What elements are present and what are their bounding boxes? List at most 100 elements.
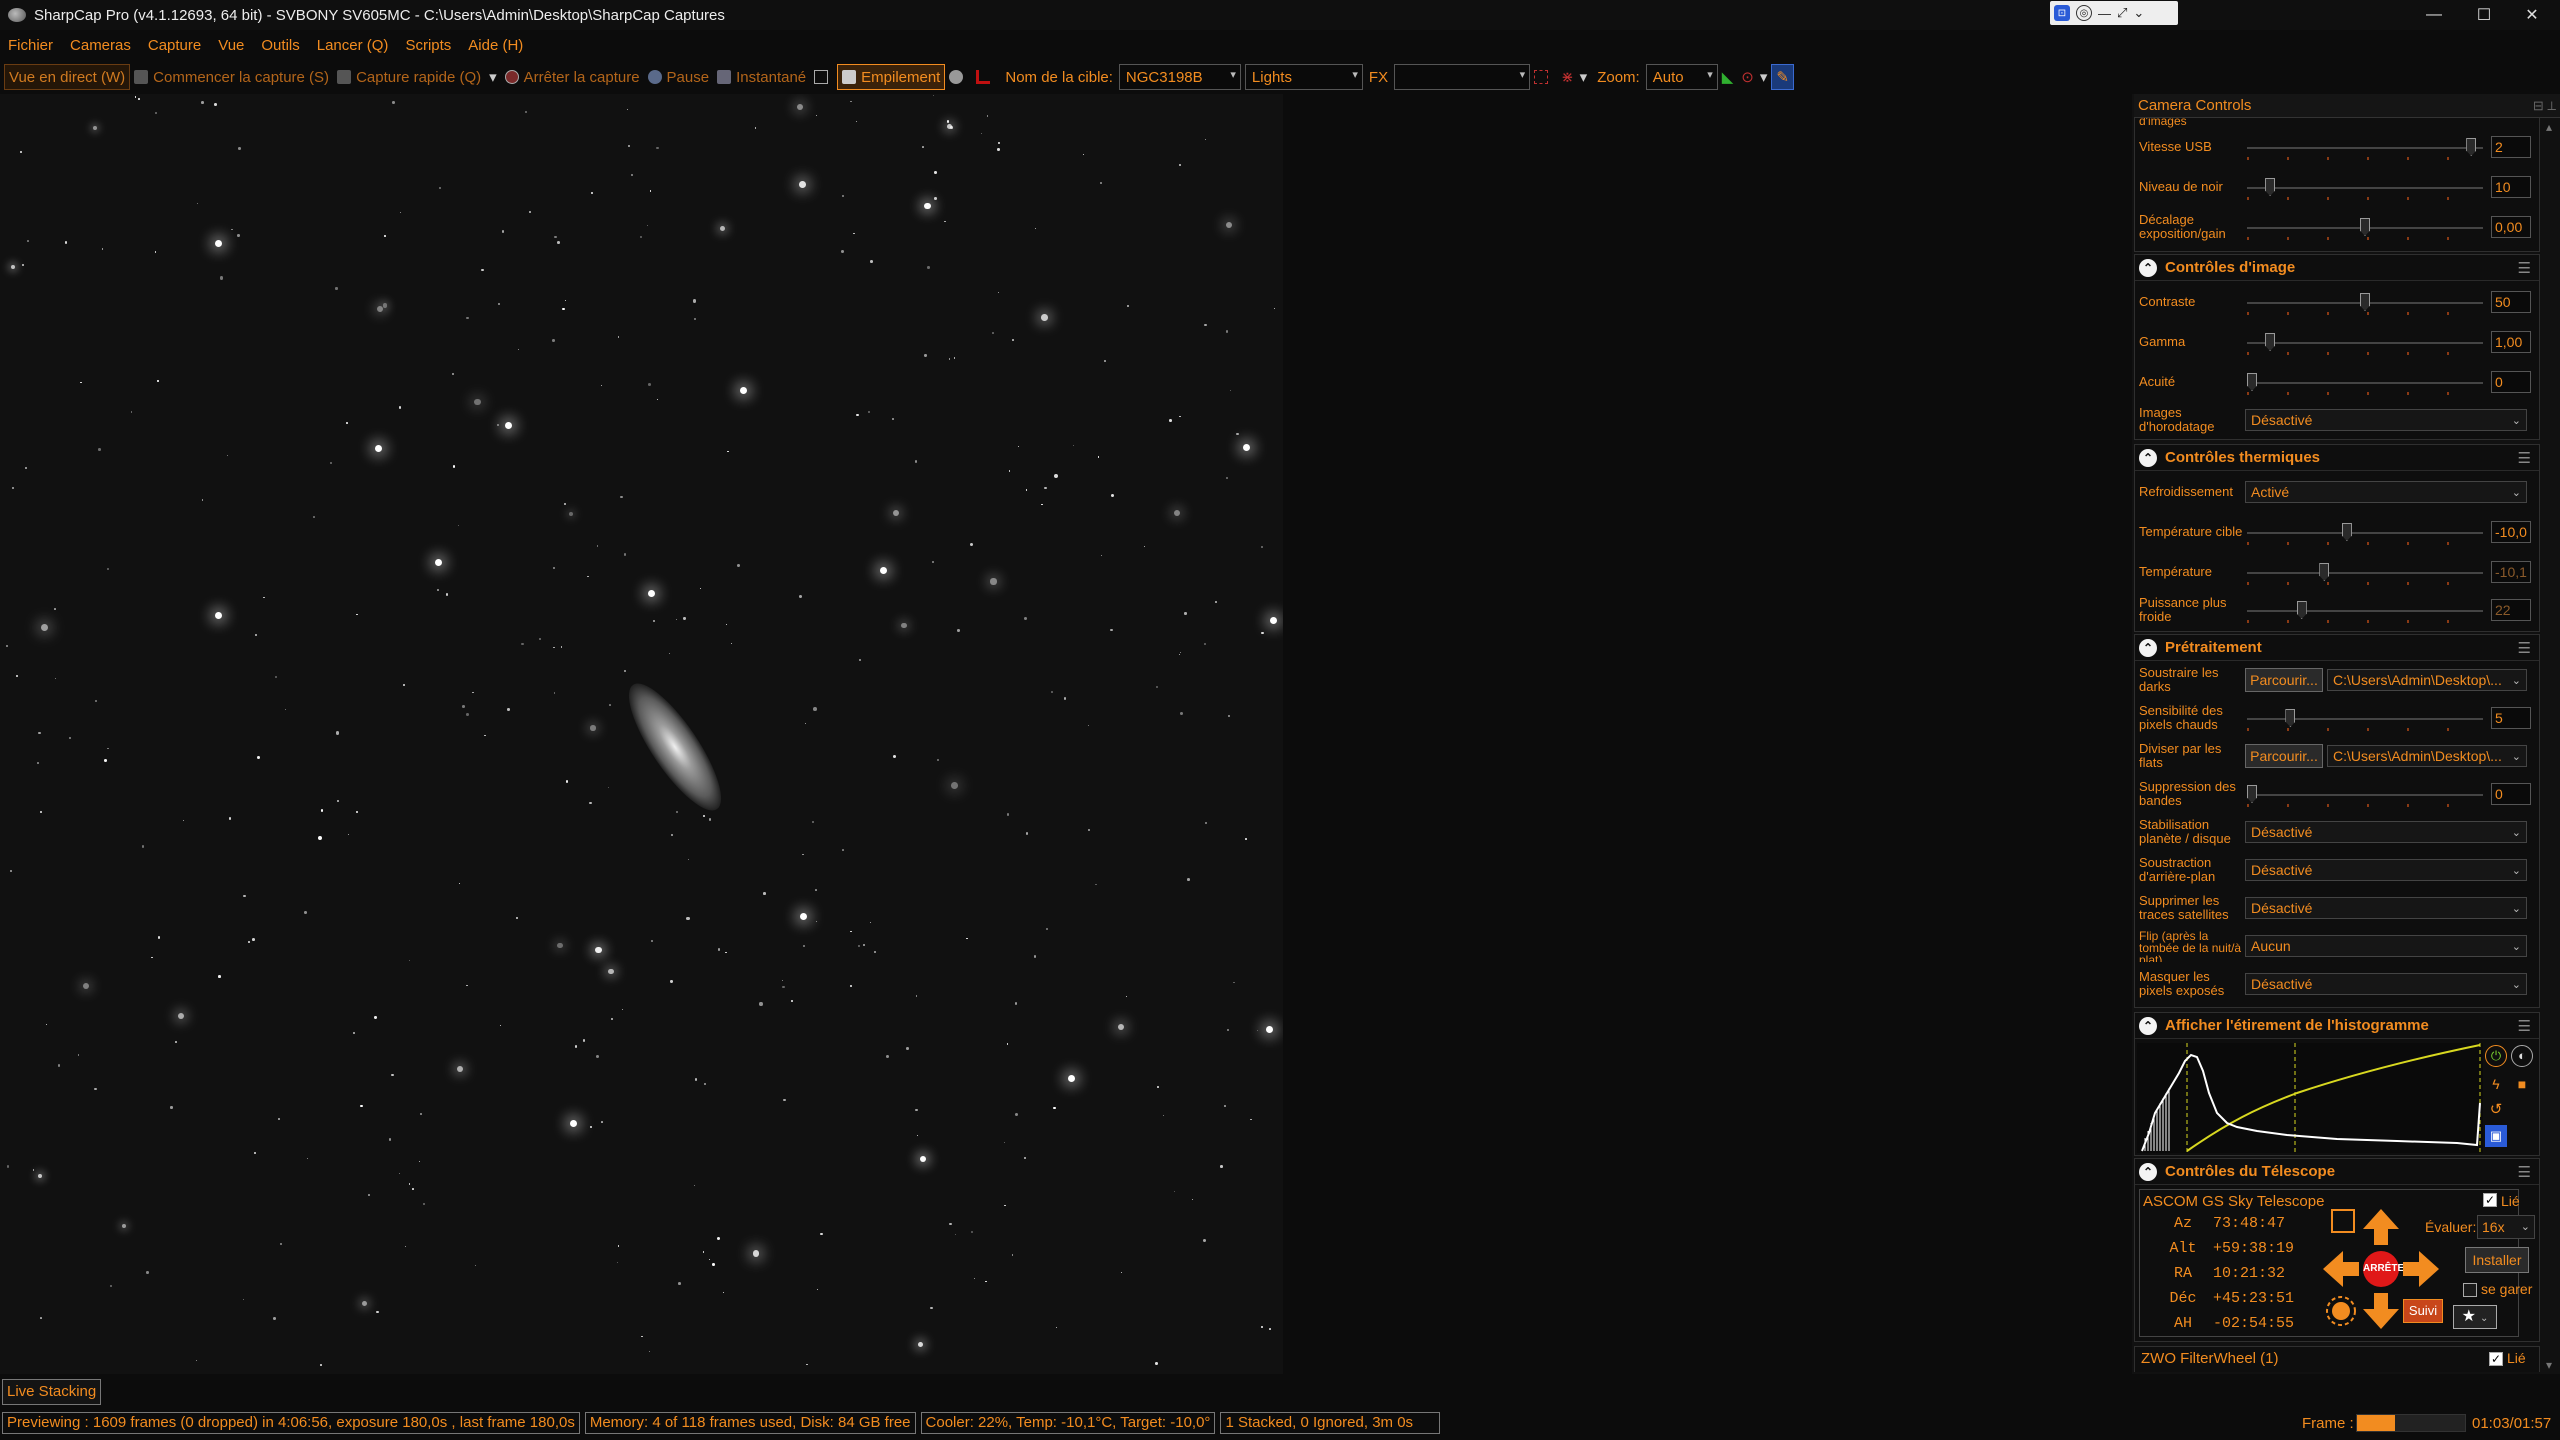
- menu-tools[interactable]: Outils: [261, 37, 299, 54]
- histogram-button[interactable]: ◣: [1718, 64, 1738, 90]
- minimize-button[interactable]: —: [2406, 0, 2462, 30]
- live-view-button[interactable]: Vue en direct (W): [4, 64, 131, 90]
- annotate-button[interactable]: ✎: [1771, 64, 1794, 90]
- chevron-down-icon[interactable]: ▾: [1760, 68, 1768, 86]
- rate-dropdown[interactable]: 16x ⌄: [2477, 1215, 2535, 1239]
- contrast-icon[interactable]: ◐: [2511, 1045, 2533, 1067]
- telescope-header[interactable]: ⌃ Contrôles du Télescope ☰: [2135, 1159, 2539, 1185]
- flats-path-dropdown[interactable]: C:\Users\Admin\Desktop\... ⌄: [2327, 745, 2527, 767]
- usb-speed-slider[interactable]: [2247, 138, 2483, 160]
- darks-path-dropdown[interactable]: C:\Users\Admin\Desktop\... ⌄: [2327, 669, 2527, 691]
- star-menu-button[interactable]: ★ ⌄: [2453, 1305, 2497, 1329]
- quick-capture-button[interactable]: Capture rapide (Q) ▾: [333, 64, 501, 90]
- fx-combo[interactable]: ▾: [1394, 64, 1531, 90]
- chevron-down-icon[interactable]: ⌄: [2133, 5, 2144, 21]
- exposure-gain-offset-value[interactable]: 0,00: [2491, 216, 2531, 238]
- sharpness-slider[interactable]: [2247, 373, 2483, 395]
- hot-pixel-slider[interactable]: [2247, 709, 2483, 731]
- chevron-down-icon[interactable]: ▾: [1580, 68, 1588, 86]
- park-checkbox[interactable]: [2463, 1283, 2477, 1297]
- menu-cameras[interactable]: Cameras: [70, 37, 131, 54]
- hamburger-icon[interactable]: ☰: [2518, 1163, 2531, 1181]
- collapse-icon[interactable]: ⌃: [2139, 1016, 2157, 1035]
- live-stacking-tab[interactable]: Live Stacking: [2, 1379, 102, 1405]
- target-name-combo[interactable]: NGC3198B ▾: [1118, 64, 1241, 90]
- flats-browse-button[interactable]: Parcourir...: [2245, 744, 2323, 768]
- slew-east-button[interactable]: [2401, 1249, 2441, 1289]
- chevron-down-icon[interactable]: ▾: [489, 68, 497, 86]
- histogram-chart[interactable]: [2137, 1043, 2483, 1153]
- usb-speed-value[interactable]: 2: [2491, 136, 2531, 158]
- slew-south-button[interactable]: [2361, 1291, 2401, 1331]
- moon-button[interactable]: [945, 64, 972, 90]
- roi-button[interactable]: [1530, 64, 1557, 90]
- preprocessing-header[interactable]: ⌃ Prétraitement ☰: [2135, 635, 2539, 661]
- collapse-icon[interactable]: ⌃: [2139, 638, 2157, 657]
- hamburger-icon[interactable]: ☰: [2518, 639, 2531, 657]
- image-viewport[interactable]: [0, 94, 1283, 1374]
- lock-icon[interactable]: ■: [2511, 1073, 2533, 1095]
- restore-small-icon[interactable]: —: [2098, 6, 2111, 21]
- gamma-slider[interactable]: [2247, 333, 2483, 355]
- pause-button[interactable]: Pause: [644, 64, 714, 90]
- contrast-value[interactable]: 50: [2491, 291, 2531, 313]
- contrast-slider[interactable]: [2247, 293, 2483, 315]
- scroll-down-icon[interactable]: ▾: [2546, 1358, 2552, 1372]
- start-capture-button[interactable]: Commencer la capture (S): [130, 64, 333, 90]
- menu-file[interactable]: Fichier: [8, 37, 53, 54]
- zoom-combo[interactable]: Auto ▾: [1645, 64, 1718, 90]
- lightning-icon[interactable]: ϟ: [2485, 1073, 2507, 1095]
- banding-slider[interactable]: [2247, 785, 2483, 807]
- menu-help[interactable]: Aide (H): [468, 37, 523, 54]
- stacking-button[interactable]: Empilement: [837, 64, 946, 90]
- mask-pixels-dropdown[interactable]: Désactivé ⌄: [2245, 973, 2527, 995]
- stop-slew-button[interactable]: ARRÊTE: [2363, 1251, 2404, 1287]
- hot-pixel-value[interactable]: 5: [2491, 707, 2531, 729]
- sun-warning-icon[interactable]: [2323, 1293, 2359, 1329]
- reticle-button[interactable]: ⋇ ▾: [1557, 64, 1591, 90]
- reset-icon[interactable]: ↺: [2485, 1099, 2507, 1121]
- exposure-gain-offset-slider[interactable]: [2247, 218, 2483, 240]
- hamburger-icon[interactable]: ☰: [2518, 1017, 2531, 1035]
- night-vision-button[interactable]: [972, 64, 999, 90]
- sharpness-value[interactable]: 0: [2491, 371, 2531, 393]
- timestamp-dropdown[interactable]: Désactivé ⌄: [2245, 409, 2527, 431]
- hamburger-icon[interactable]: ☰: [2518, 449, 2531, 467]
- save-icon[interactable]: ▣: [2485, 1125, 2507, 1147]
- panel-scrollbar[interactable]: ▴ ▾: [2542, 118, 2560, 1374]
- slew-home-icon[interactable]: [2331, 1209, 2355, 1233]
- menu-scripts[interactable]: Scripts: [405, 37, 451, 54]
- image-controls-header[interactable]: ⌃ Contrôles d'image ☰: [2135, 255, 2539, 281]
- flip-dropdown[interactable]: Aucun ⌄: [2245, 935, 2527, 957]
- histogram-power-icon[interactable]: ⏻: [2485, 1045, 2507, 1067]
- display-toggle-button[interactable]: [810, 64, 837, 90]
- cooling-dropdown[interactable]: Activé ⌄: [2245, 481, 2527, 503]
- background-subtraction-dropdown[interactable]: Désactivé ⌄: [2245, 859, 2527, 881]
- snapshot-button[interactable]: Instantané: [713, 64, 810, 90]
- target-temp-slider[interactable]: [2247, 523, 2483, 545]
- scroll-up-icon[interactable]: ▴: [2546, 120, 2552, 134]
- pin-icon[interactable]: ⊡: [2054, 5, 2070, 21]
- focus-assist-button[interactable]: ⊙ ▾: [1737, 64, 1771, 90]
- slew-west-button[interactable]: [2321, 1249, 2361, 1289]
- hamburger-icon[interactable]: ☰: [2518, 259, 2531, 277]
- telescope-linked-checkbox[interactable]: ✓: [2483, 1193, 2497, 1207]
- banding-value[interactable]: 0: [2491, 783, 2531, 805]
- slew-north-button[interactable]: [2361, 1207, 2401, 1247]
- resize-small-icon[interactable]: ⤢: [2117, 5, 2127, 21]
- black-level-value[interactable]: 10: [2491, 176, 2531, 198]
- frame-type-combo[interactable]: Lights ▾: [1244, 64, 1363, 90]
- menu-view[interactable]: Vue: [218, 37, 244, 54]
- tracking-button[interactable]: Suivi: [2403, 1299, 2443, 1323]
- menu-launch[interactable]: Lancer (Q): [317, 37, 389, 54]
- collapse-icon[interactable]: ⌃: [2139, 258, 2157, 277]
- histogram-header[interactable]: ⌃ Afficher l'étirement de l'histogramme ☰: [2135, 1013, 2539, 1039]
- thermal-controls-header[interactable]: ⌃ Contrôles thermiques ☰: [2135, 445, 2539, 471]
- collapse-icon[interactable]: ⌃: [2139, 448, 2157, 467]
- black-level-slider[interactable]: [2247, 178, 2483, 200]
- menu-capture[interactable]: Capture: [148, 37, 201, 54]
- target-temp-value[interactable]: -10,0: [2491, 521, 2531, 543]
- gamma-value[interactable]: 1,00: [2491, 331, 2531, 353]
- darks-browse-button[interactable]: Parcourir...: [2245, 668, 2323, 692]
- stop-capture-button[interactable]: Arrêter la capture: [501, 64, 644, 90]
